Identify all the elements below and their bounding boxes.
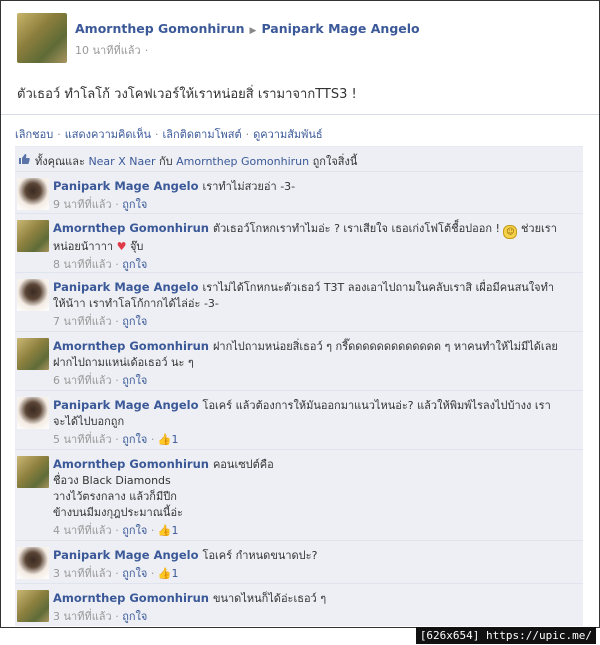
thumbs-up-icon: 👍 xyxy=(157,524,172,537)
commenter-avatar[interactable] xyxy=(17,547,49,579)
comment-time[interactable]: 8 นาทีที่แล้ว xyxy=(53,258,112,271)
comment-like-link[interactable]: ถูกใจ xyxy=(122,433,147,446)
comment-like-link[interactable]: ถูกใจ xyxy=(122,524,147,537)
likes-bar: ทั้งคุณและ Near X Naer กับ Amornthep Gom… xyxy=(15,146,583,171)
comment-item: Amornthep Gomonhirun คอนเซปต์คือ ชื่อวง B… xyxy=(15,449,583,540)
comment-text: เราไม่ได้โกหกนะตัวเธอว์ T3T ลองเอาไปถามใ… xyxy=(202,281,555,294)
unfollow-link[interactable]: เลิกติดตามโพสต์ xyxy=(163,128,242,141)
smile-emoji-icon: ☺ xyxy=(503,225,518,239)
comment-item: Panipark Mage Angelo โอเคร์ กำหนดขนาดปะ? … xyxy=(15,540,583,583)
comment-item: Panipark Mage Angelo เราทำไม่สวยอ่า -3- 9… xyxy=(15,171,583,213)
comment-like-link[interactable]: ถูกใจ xyxy=(122,198,147,211)
comment-item: Amornthep Gomonhirun ฝากไปถามหน่อยสิ่เธอว… xyxy=(15,331,583,390)
thumbs-up-icon: 👍 xyxy=(157,567,172,580)
commenter-avatar[interactable] xyxy=(17,590,49,622)
author-link[interactable]: Amornthep Gomonhirun xyxy=(75,21,245,36)
comment-item: Amornthep Gomonhirun ขนาดไหนก็ได้อ่ะเธอว์… xyxy=(15,583,583,626)
commenter-name[interactable]: Amornthep Gomonhirun xyxy=(53,339,209,353)
commenter-name[interactable]: Panipark Mage Angelo xyxy=(53,398,199,412)
divider xyxy=(1,114,599,115)
comment-item: Panipark Mage Angelo เราไม่ได้โกหกนะตัวเธ… xyxy=(15,272,583,331)
commenter-name[interactable]: Amornthep Gomonhirun xyxy=(53,591,209,605)
like-count[interactable]: 👍1 xyxy=(158,567,179,580)
comment-text: คอนเซปต์คือ xyxy=(212,458,274,471)
thumbs-up-icon xyxy=(18,153,30,165)
comment-like-link[interactable]: ถูกใจ xyxy=(122,610,147,623)
comment-time[interactable]: 9 นาทีที่แล้ว xyxy=(53,198,112,211)
comment-text: โอเคร์ แล้วต้องการให้มันออกมาแนวไหนอ่ะ? … xyxy=(202,399,551,412)
post-header: Amornthep Gomonhirun ▶ Panipark Mage Angel… xyxy=(75,21,420,36)
comment-item: Amornthep Gomonhirun ตัวเธอว์โกหกเราทำไมอ… xyxy=(15,213,583,272)
comment-time[interactable]: 5 นาทีที่แล้ว xyxy=(53,433,112,446)
commenter-avatar[interactable] xyxy=(17,279,49,311)
commenter-avatar[interactable] xyxy=(17,338,49,370)
comment-item: Panipark Mage Angelo โอเคร์ แล้วต้องการให… xyxy=(15,390,583,449)
liker-link[interactable]: Near X Naer xyxy=(88,155,155,168)
see-friendship-link[interactable]: ดูความสัมพันธ์ xyxy=(253,128,323,141)
comment-like-link[interactable]: ถูกใจ xyxy=(122,374,147,387)
comment-text: ขนาดไหนก็ได้อ่ะเธอว์ ๆ xyxy=(212,592,327,605)
commenter-name[interactable]: Amornthep Gomonhirun xyxy=(53,457,209,471)
like-count[interactable]: 👍1 xyxy=(158,433,179,446)
post-timestamp: 10 นาทีที่แล้ว · xyxy=(75,41,148,59)
commenter-avatar[interactable] xyxy=(17,456,49,488)
heart-emoji-icon: ♥ xyxy=(116,240,127,253)
comment-time[interactable]: 7 นาทีที่แล้ว xyxy=(53,315,112,328)
comment-text: ฝากไปถามหน่อยสิ่เธอว์ ๆ กรี๊ดดดดดดดดดดดด… xyxy=(212,340,558,353)
comment-text: โอเคร์ กำหนดขนาดปะ? xyxy=(202,549,318,562)
arrow-right-icon: ▶ xyxy=(249,26,257,36)
likes-text: ทั้งคุณและ Near X Naer กับ Amornthep Gom… xyxy=(35,155,358,168)
post-actions: เลิกชอบ · แสดงความคิดเห็น · เลิกติดตามโพสต์ ·… xyxy=(15,128,323,141)
comment-link[interactable]: แสดงความคิดเห็น xyxy=(65,128,151,141)
comment-like-link[interactable]: ถูกใจ xyxy=(122,567,147,580)
thumbs-up-icon: 👍 xyxy=(157,433,172,446)
commenter-avatar[interactable] xyxy=(17,397,49,429)
commenter-avatar[interactable] xyxy=(17,220,49,252)
comment-time[interactable]: 3 นาทีที่แล้ว xyxy=(53,567,112,580)
commenter-name[interactable]: Amornthep Gomonhirun xyxy=(53,221,209,235)
post-time-link[interactable]: 10 นาทีที่แล้ว xyxy=(75,44,141,57)
globe-icon: · xyxy=(144,44,149,57)
commenter-name[interactable]: Panipark Mage Angelo xyxy=(53,280,199,294)
author-avatar[interactable] xyxy=(17,13,67,63)
commenter-name[interactable]: Panipark Mage Angelo xyxy=(53,548,199,562)
comment-like-link[interactable]: ถูกใจ xyxy=(122,315,147,328)
post-frame: Amornthep Gomonhirun ▶ Panipark Mage Angel… xyxy=(0,0,600,628)
comment-time[interactable]: 3 นาทีที่แล้ว xyxy=(53,610,112,623)
liker-link[interactable]: Amornthep Gomonhirun xyxy=(176,155,309,168)
comment-text: ตัวเธอว์โกหกเราทำไมอ่ะ ? เราเสียใจ เธอเก… xyxy=(212,222,500,235)
post-text: ตัวเธอว์ ทำโลโก้ วงโคฟเวอร์ให้เราหน่อยสิ… xyxy=(17,87,357,102)
like-count[interactable]: 👍1 xyxy=(158,524,179,537)
unlike-link[interactable]: เลิกชอบ xyxy=(15,128,53,141)
commenter-name[interactable]: Panipark Mage Angelo xyxy=(53,179,199,193)
target-link[interactable]: Panipark Mage Angelo xyxy=(261,21,419,36)
comment-time[interactable]: 4 นาทีที่แล้ว xyxy=(53,524,112,537)
comment-text: เราทำไม่สวยอ่า -3- xyxy=(202,180,296,193)
commenter-avatar[interactable] xyxy=(17,178,49,210)
comment-like-link[interactable]: ถูกใจ xyxy=(122,258,147,271)
comment-time[interactable]: 6 นาทีที่แล้ว xyxy=(53,374,112,387)
image-host-caption: [626x654] https://upic.me/ xyxy=(415,627,596,644)
